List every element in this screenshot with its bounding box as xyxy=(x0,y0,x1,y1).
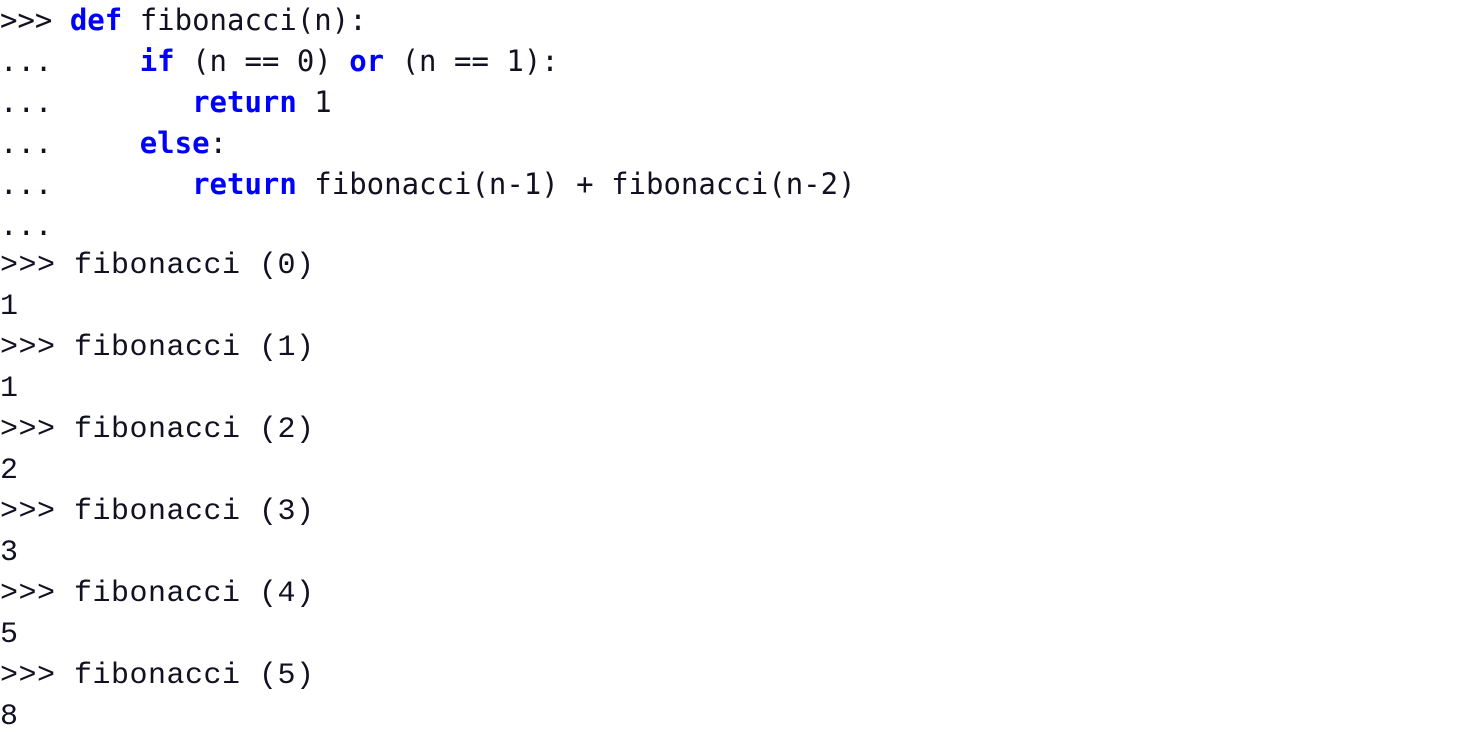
python-keyword: return xyxy=(192,167,297,201)
transcript-lines: >>> def fibonacci(n):... if (n == 0) or … xyxy=(0,0,1470,738)
transcript-line: >>> def fibonacci(n): xyxy=(0,0,1470,41)
output-value: 3 xyxy=(0,536,19,570)
transcript-line: ... return 1 xyxy=(0,82,1470,123)
continuation-prompt: ... xyxy=(0,44,70,78)
primary-prompt: >>> xyxy=(0,3,70,37)
transcript-line: 2 xyxy=(0,451,1470,492)
python-keyword: return xyxy=(192,85,297,119)
output-value: 1 xyxy=(0,372,19,406)
transcript-line: ... if (n == 0) or (n == 1): xyxy=(0,41,1470,82)
transcript-line: >>> fibonacci (2) xyxy=(0,410,1470,451)
transcript-line: 5 xyxy=(0,615,1470,656)
code-text: (n == 1): xyxy=(384,44,559,78)
code-text: 1 xyxy=(296,85,332,119)
transcript-line: ... else: xyxy=(0,123,1470,164)
python-keyword: def xyxy=(69,3,123,37)
python-keyword: else xyxy=(139,126,210,160)
transcript-line: 1 xyxy=(0,369,1470,410)
continuation-prompt: ... xyxy=(0,208,53,242)
code-text: fibonacci (1) xyxy=(74,331,315,365)
transcript-line: ... return fibonacci(n-1) + fibonacci(n-… xyxy=(0,164,1470,205)
code-text: fibonacci (5) xyxy=(74,659,315,693)
terminal-transcript: >>> def fibonacci(n):... if (n == 0) or … xyxy=(0,0,1470,734)
transcript-line: 8 xyxy=(0,697,1470,738)
primary-prompt: >>> xyxy=(0,331,75,365)
code-text: fibonacci (4) xyxy=(74,577,315,611)
code-text: fibonacci (0) xyxy=(74,249,315,283)
continuation-prompt: ... xyxy=(0,167,70,201)
code-text: : xyxy=(209,126,227,160)
transcript-line: >>> fibonacci (3) xyxy=(0,492,1470,533)
primary-prompt: >>> xyxy=(0,413,75,447)
primary-prompt: >>> xyxy=(0,659,75,693)
code-text: fibonacci (2) xyxy=(74,413,315,447)
primary-prompt: >>> xyxy=(0,577,75,611)
code-text: fibonacci(n): xyxy=(122,3,367,37)
code-text: (n == 0) xyxy=(174,44,350,78)
transcript-line: 3 xyxy=(0,533,1470,574)
transcript-line: >>> fibonacci (1) xyxy=(0,328,1470,369)
continuation-prompt: ... xyxy=(0,85,70,119)
output-value: 8 xyxy=(0,700,19,734)
transcript-line: >>> fibonacci (4) xyxy=(0,574,1470,615)
output-value: 2 xyxy=(0,454,19,488)
transcript-line: >>> fibonacci (5) xyxy=(0,656,1470,697)
code-text: fibonacci (3) xyxy=(74,495,315,529)
output-value: 1 xyxy=(0,290,19,324)
python-keyword: or xyxy=(349,44,385,78)
output-value: 5 xyxy=(0,618,19,652)
transcript-line: 1 xyxy=(0,287,1470,328)
code-text: fibonacci(n-1) + fibonacci(n-2) xyxy=(296,167,856,201)
primary-prompt: >>> xyxy=(0,495,75,529)
python-keyword: if xyxy=(139,44,175,78)
continuation-prompt: ... xyxy=(0,126,70,160)
transcript-line: ... xyxy=(0,205,1470,246)
primary-prompt: >>> xyxy=(0,249,75,283)
transcript-line: >>> fibonacci (0) xyxy=(0,246,1470,287)
